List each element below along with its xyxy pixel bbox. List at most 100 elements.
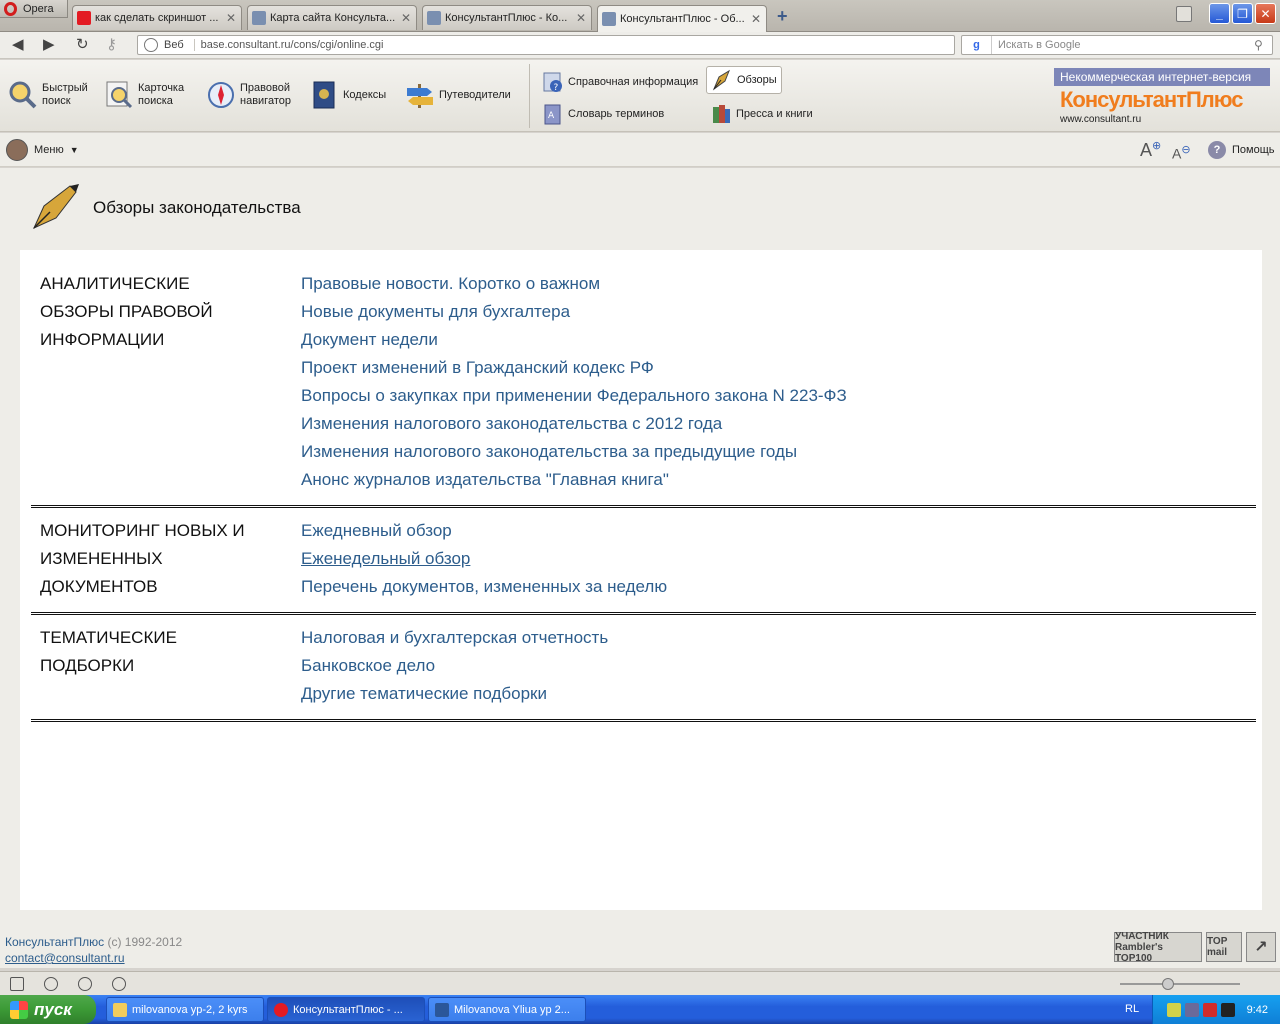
link-tax-changes-previous[interactable]: Изменения налогового законодательства за… xyxy=(301,438,847,466)
clock[interactable]: 9:42 xyxy=(1247,1004,1268,1016)
tray-app-icon[interactable] xyxy=(1166,1002,1181,1017)
address-toolbar: ◀ ▶ ↻ ⚷ Веб base.consultant.ru/cons/cgi/… xyxy=(0,32,1280,59)
link-document-of-week[interactable]: Документ недели xyxy=(301,326,847,354)
opera-link-icon[interactable] xyxy=(78,977,92,991)
start-button[interactable]: пуск xyxy=(0,995,96,1024)
fountain-pen-icon xyxy=(32,184,79,230)
task-folder[interactable]: milovanova yp-2, 2 kyrs xyxy=(106,997,264,1022)
rambler-top100-badge[interactable]: УЧАСТНИК Rambler's TOP100 xyxy=(1114,931,1202,964)
new-tab-plus-icon[interactable]: + xyxy=(777,7,788,25)
reviews-button[interactable]: Обзоры xyxy=(706,66,782,94)
link-legal-news[interactable]: Правовые новости. Коротко о важном xyxy=(301,270,847,298)
legal-navigator-button[interactable]: Правовой навигатор xyxy=(206,80,291,110)
tab-close-icon[interactable]: ✕ xyxy=(750,13,762,25)
press-books-button[interactable]: Пресса и книги xyxy=(706,100,817,128)
closed-tabs-trash-icon[interactable] xyxy=(1176,6,1192,22)
address-scope-label: Веб xyxy=(164,39,195,51)
link-tax-changes-2012[interactable]: Изменения налогового законодательства с … xyxy=(301,410,847,438)
search-card-button[interactable]: Карточка поиска xyxy=(104,80,184,110)
tray-app-icon[interactable] xyxy=(1220,1002,1235,1017)
link-glavnaya-kniga-announce[interactable]: Анонс журналов издательства "Главная кни… xyxy=(301,466,847,494)
link-civil-code-changes[interactable]: Проект изменений в Гражданский кодекс РФ xyxy=(301,354,847,382)
avatar-icon xyxy=(6,139,28,161)
tab-close-icon[interactable]: ✕ xyxy=(400,12,412,24)
glossary-button[interactable]: A Словарь терминов xyxy=(538,100,668,128)
codes-button[interactable]: Кодексы xyxy=(309,80,386,110)
opera-unite-cloud-icon[interactable] xyxy=(44,977,58,991)
tab-title: Карта сайта Консульта... xyxy=(270,12,396,24)
start-label: пуск xyxy=(34,999,72,1019)
link-other-thematic[interactable]: Другие тематические подборки xyxy=(301,680,608,708)
forward-arrow-icon[interactable]: ▶ xyxy=(43,37,55,53)
codex-book-icon xyxy=(313,81,335,109)
window-controls: _ ❐ ✕ xyxy=(1209,3,1276,24)
link-daily-review[interactable]: Ежедневный обзор xyxy=(301,517,667,545)
link-new-docs-accountant[interactable]: Новые документы для бухгалтера xyxy=(301,298,847,326)
menu-label: Меню xyxy=(34,144,64,156)
address-url[interactable]: base.consultant.ru/cons/cgi/online.cgi xyxy=(201,39,384,51)
back-arrow-icon[interactable]: ◀ xyxy=(12,37,24,53)
key-icon[interactable]: ⚷ xyxy=(106,37,117,53)
help-label: Помощь xyxy=(1232,144,1275,156)
link-tax-accounting-reports[interactable]: Налоговая и бухгалтерская отчетность xyxy=(301,624,608,652)
section-title-line: ИНФОРМАЦИИ xyxy=(40,330,165,349)
search-field[interactable]: g Искать в Google ⚲ xyxy=(961,35,1273,55)
svg-text:?: ? xyxy=(554,83,559,93)
consultant-logo[interactable]: Некоммерческая интернет-версия Консульта… xyxy=(1054,68,1270,132)
tab-1[interactable]: как сделать скриншот ... ✕ xyxy=(72,5,242,30)
address-field[interactable]: Веб base.consultant.ru/cons/cgi/online.c… xyxy=(137,35,955,55)
opera-menu-button[interactable]: Opera xyxy=(0,0,68,18)
reload-icon[interactable]: ↻ xyxy=(76,37,89,53)
google-engine-icon[interactable]: g xyxy=(962,36,992,54)
tab-close-icon[interactable]: ✕ xyxy=(225,12,237,24)
restore-icon[interactable]: ❐ xyxy=(1232,3,1253,24)
zoom-slider-knob[interactable] xyxy=(1162,978,1174,990)
search-icon[interactable]: ⚲ xyxy=(1254,38,1272,52)
font-increase-icon[interactable]: A⊕ xyxy=(1140,139,1161,161)
tray-app-icon[interactable] xyxy=(1184,1002,1199,1017)
link-banking[interactable]: Банковское дело xyxy=(301,652,608,680)
tab-2[interactable]: Карта сайта Консульта... ✕ xyxy=(247,5,417,30)
input-language[interactable]: RL xyxy=(1125,1003,1139,1015)
close-window-icon[interactable]: ✕ xyxy=(1255,3,1276,24)
tab-3[interactable]: КонсультантПлюс - Ко... ✕ xyxy=(422,5,592,30)
zoom-slider[interactable] xyxy=(1120,978,1240,990)
section-title-line: АНАЛИТИЧЕСКИЕ xyxy=(40,274,190,293)
footer-brand: КонсультантПлюс xyxy=(5,935,105,949)
task-opera[interactable]: КонсультантПлюс - ... xyxy=(267,997,425,1022)
font-decrease-icon[interactable]: A⊖ xyxy=(1172,143,1191,162)
external-link-icon[interactable]: ↗ xyxy=(1246,932,1276,962)
tab-close-icon[interactable]: ✕ xyxy=(575,12,587,24)
link-changed-docs-week[interactable]: Перечень документов, измененных за недел… xyxy=(301,573,667,601)
search-placeholder[interactable]: Искать в Google xyxy=(992,39,1254,51)
chevron-down-icon: ▼ xyxy=(69,145,79,155)
section-divider xyxy=(31,505,1256,508)
link-procurement-223fz[interactable]: Вопросы о закупках при применении Федера… xyxy=(301,382,847,410)
consultant-favicon-icon xyxy=(252,11,266,25)
task-word[interactable]: Milovanova Yliua yp 2... xyxy=(428,997,586,1022)
minimize-icon[interactable]: _ xyxy=(1209,3,1230,24)
logo-brand: КонсультантПлюс xyxy=(1060,87,1244,112)
tab-4-active[interactable]: КонсультантПлюс - Об... ✕ xyxy=(597,5,767,32)
panel-toggle-icon[interactable] xyxy=(10,977,24,991)
quick-search-button[interactable]: Быстрый поиск xyxy=(8,80,88,110)
toolbar-separator xyxy=(529,64,530,128)
section-title: МОНИТОРИНГ НОВЫХ И ИЗМЕНЕННЫХ ДОКУМЕНТОВ xyxy=(40,517,290,601)
consultant-toolbar: Быстрый поиск Карточка поиска Правовой н… xyxy=(0,60,1280,132)
quick-search-label: Быстрый поиск xyxy=(42,82,88,107)
reference-question-icon: ? xyxy=(543,72,562,93)
reference-info-button[interactable]: ? Справочная информация xyxy=(538,68,702,96)
footer-email-link[interactable]: contact@consultant.ru xyxy=(5,951,125,965)
browser-status-bar xyxy=(0,971,1280,995)
kaspersky-icon[interactable] xyxy=(1202,1002,1217,1017)
folder-icon xyxy=(113,1002,127,1017)
menu-button[interactable]: Меню ▼ xyxy=(6,139,79,161)
guides-button[interactable]: Путеводители xyxy=(405,80,511,110)
help-button[interactable]: ? Помощь xyxy=(1208,141,1275,159)
opera-turbo-icon[interactable] xyxy=(112,977,126,991)
section-title-line: ОБЗОРЫ ПРАВОВОЙ xyxy=(40,302,213,321)
magnifier-icon xyxy=(9,81,37,109)
link-weekly-review[interactable]: Еженедельный обзор xyxy=(301,545,667,573)
task-label: КонсультантПлюс - ... xyxy=(293,1003,403,1016)
mail-top-badge[interactable]: TOP mail xyxy=(1206,932,1242,962)
